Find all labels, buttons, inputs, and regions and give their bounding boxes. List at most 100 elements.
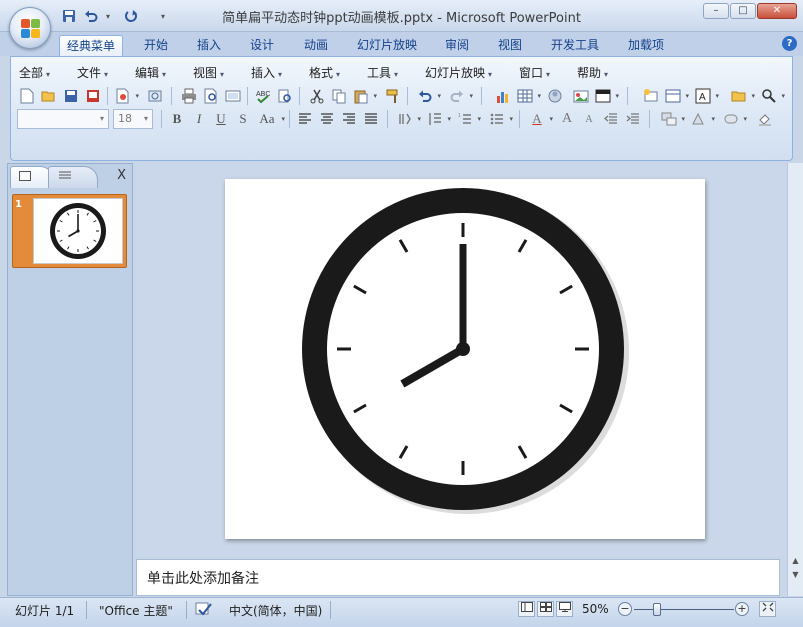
numbering-icon[interactable]: 1 <box>455 109 481 129</box>
slide-show-view-button[interactable] <box>556 601 573 617</box>
minimize-button[interactable]: – <box>703 3 729 19</box>
tab-review[interactable]: 审阅 <box>438 35 476 56</box>
insert-clip-art-icon[interactable] <box>545 86 565 106</box>
increase-indent-icon[interactable] <box>623 109 643 129</box>
new-slide-icon[interactable] <box>641 86 661 106</box>
decrease-indent-icon[interactable] <box>601 109 621 129</box>
redo-icon[interactable] <box>122 7 140 25</box>
slide-thumbnail[interactable]: 1 <box>12 194 127 268</box>
customize-qat-icon[interactable]: ▾ <box>154 7 172 25</box>
menu-slide-show[interactable]: 幻灯片放映 ▾ <box>425 64 492 81</box>
shapes-icon[interactable] <box>689 109 715 129</box>
justify-icon[interactable] <box>361 109 381 129</box>
copy-icon[interactable] <box>329 86 349 106</box>
format-painter-icon[interactable] <box>383 86 403 106</box>
save-icon[interactable] <box>60 7 78 25</box>
tab-home[interactable]: 开始 <box>137 35 175 56</box>
align-right-icon[interactable] <box>339 109 359 129</box>
folder-icon[interactable] <box>729 86 755 106</box>
find-icon[interactable] <box>759 86 785 106</box>
insert-chart-icon[interactable] <box>493 86 513 106</box>
undo-icon[interactable] <box>82 7 100 25</box>
tab-slide-show[interactable]: 幻灯片放映 <box>350 35 424 56</box>
undo-dropdown-icon[interactable]: ▾ <box>104 7 112 25</box>
redo-icon[interactable] <box>447 86 473 106</box>
menu-all[interactable]: 全部 ▾ <box>19 64 50 81</box>
layout-options-icon[interactable] <box>663 86 689 106</box>
tab-insert[interactable]: 插入 <box>190 35 228 56</box>
scroll-next-slide-icon[interactable]: ▼ <box>790 570 801 582</box>
zoom-in-button[interactable]: + <box>735 602 749 616</box>
maximize-button[interactable]: □ <box>730 3 756 19</box>
change-case-button[interactable]: Aa <box>255 109 285 129</box>
permission-icon[interactable] <box>83 86 103 106</box>
menu-tools[interactable]: 工具 ▾ <box>367 64 398 81</box>
slide-sorter-view-button[interactable] <box>537 601 554 617</box>
zoom-slider-thumb[interactable] <box>653 603 661 616</box>
text-direction-icon[interactable] <box>395 109 421 129</box>
attach-icon[interactable] <box>145 86 165 106</box>
zoom-level[interactable]: 50% <box>582 602 609 616</box>
print-preview-magnifier-icon[interactable] <box>201 86 221 106</box>
shape-fill-icon[interactable] <box>755 109 775 129</box>
menu-format[interactable]: 格式 ▾ <box>309 64 340 81</box>
bold-button[interactable]: B <box>167 109 187 129</box>
spell-check-icon[interactable] <box>195 601 213 620</box>
bullets-icon[interactable] <box>487 109 513 129</box>
align-center-icon[interactable] <box>317 109 337 129</box>
font-name-combo[interactable] <box>17 109 109 129</box>
line-spacing-icon[interactable] <box>425 109 451 129</box>
new-file-icon[interactable] <box>17 86 37 106</box>
tab-design[interactable]: 设计 <box>243 35 281 56</box>
clock-graphic[interactable] <box>225 179 705 539</box>
shadow-button[interactable]: S <box>233 109 253 129</box>
menu-file[interactable]: 文件 ▾ <box>77 64 108 81</box>
pane-close-button[interactable]: X <box>117 168 126 183</box>
normal-view-button[interactable] <box>518 601 535 617</box>
tab-classic-menu[interactable]: 经典菜单 <box>59 35 124 56</box>
current-slide[interactable] <box>225 179 705 539</box>
paste-icon[interactable] <box>351 86 377 106</box>
tab-outline[interactable] <box>48 166 98 188</box>
print-icon[interactable] <box>179 86 199 106</box>
quick-styles-icon[interactable] <box>721 109 747 129</box>
italic-button[interactable]: I <box>189 109 209 129</box>
zoom-slider-track[interactable] <box>634 609 734 610</box>
tab-animations[interactable]: 动画 <box>297 35 335 56</box>
menu-help[interactable]: 帮助 ▾ <box>577 64 608 81</box>
font-color-button[interactable]: A <box>527 109 553 129</box>
underline-button[interactable]: U <box>211 109 231 129</box>
tab-add-ins[interactable]: 加载项 <box>621 35 671 56</box>
insert-table-icon[interactable] <box>515 86 541 106</box>
save-icon[interactable] <box>61 86 81 106</box>
menu-edit[interactable]: 编辑 ▾ <box>135 64 166 81</box>
scroll-prev-slide-icon[interactable]: ▲ <box>790 556 801 568</box>
font-size-combo[interactable]: 18 <box>113 109 153 129</box>
notes-pane[interactable]: 单击此处添加备注 <box>136 559 780 596</box>
close-button[interactable]: ✕ <box>757 3 797 19</box>
tab-developer[interactable]: 开发工具 <box>544 35 606 56</box>
vertical-scrollbar[interactable]: ▲ ▼ <box>787 163 803 596</box>
open-folder-icon[interactable] <box>39 86 59 106</box>
spelling-icon[interactable]: ABC <box>253 86 273 106</box>
menu-view[interactable]: 视图 ▾ <box>193 64 224 81</box>
menu-window[interactable]: 窗口 ▾ <box>519 64 550 81</box>
cut-icon[interactable] <box>307 86 327 106</box>
office-button[interactable] <box>9 7 51 49</box>
slide-layout-icon[interactable] <box>593 86 619 106</box>
align-left-icon[interactable] <box>295 109 315 129</box>
page-setup-icon[interactable] <box>223 86 243 106</box>
text-box-icon[interactable]: A <box>693 86 719 106</box>
grow-font-button[interactable]: A <box>557 109 577 129</box>
undo-icon[interactable] <box>415 86 441 106</box>
print-preview-icon[interactable] <box>113 86 139 106</box>
arrange-icon[interactable] <box>659 109 685 129</box>
shrink-font-button[interactable]: A <box>579 109 599 129</box>
fit-to-window-button[interactable] <box>759 601 776 617</box>
tab-view[interactable]: 视图 <box>491 35 529 56</box>
zoom-out-button[interactable]: − <box>618 602 632 616</box>
help-icon[interactable]: ? <box>782 36 797 51</box>
menu-insert[interactable]: 插入 ▾ <box>251 64 282 81</box>
insert-picture-icon[interactable] <box>571 86 591 106</box>
research-icon[interactable] <box>275 86 295 106</box>
